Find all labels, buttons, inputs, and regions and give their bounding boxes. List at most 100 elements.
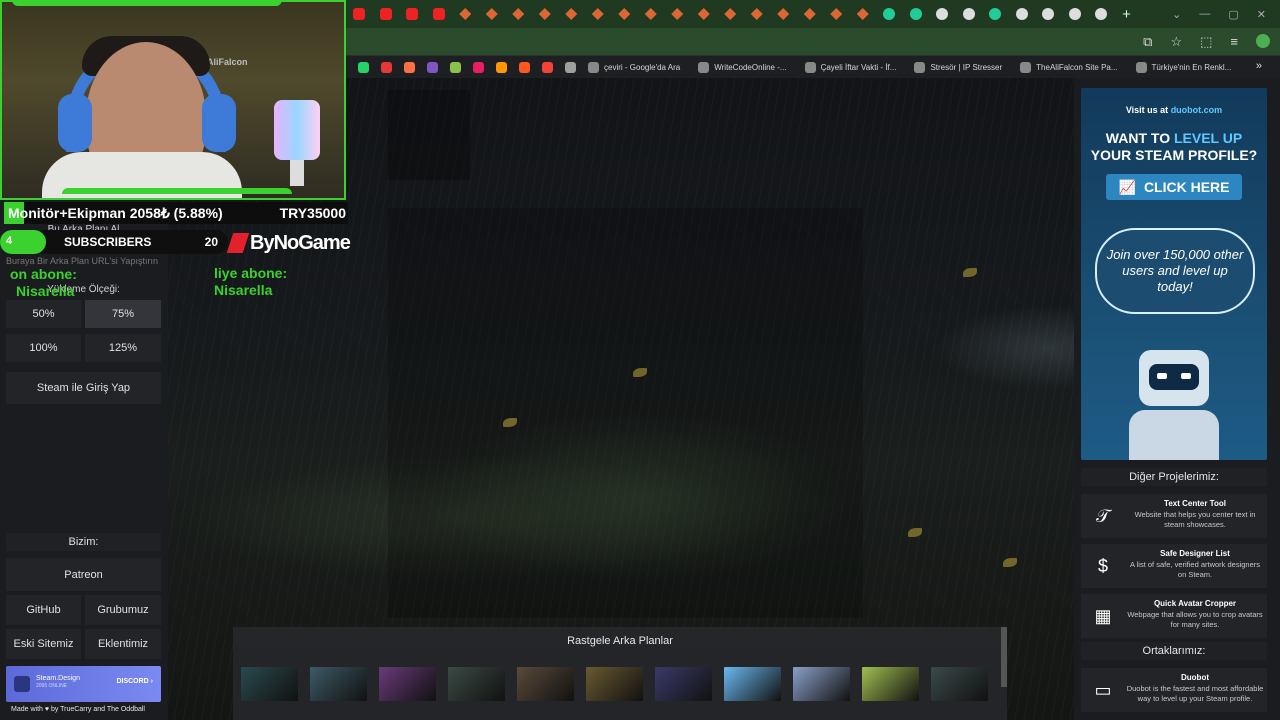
project-item[interactable]: $ Safe Designer List A list of safe, verif… bbox=[1081, 544, 1267, 588]
screen: + ⌄ — ▢ ✕ ⧉ ☆ ⬚ ≡ çeviri - Google'da Ara WriteC… bbox=[0, 0, 1280, 720]
tab-favicon-icon bbox=[353, 8, 366, 20]
browser-tab[interactable] bbox=[770, 0, 797, 28]
browser-tab[interactable] bbox=[903, 0, 930, 28]
bookmark-favicon-icon[interactable] bbox=[404, 61, 415, 73]
discord-banner[interactable]: Steam.Design 2095 ONLINE DISCORD › bbox=[6, 666, 161, 702]
browser-tab[interactable] bbox=[691, 0, 718, 28]
bookmark-item[interactable]: çeviri - Google'da Ara bbox=[588, 61, 680, 73]
bookmark-favicon-icon[interactable] bbox=[381, 61, 392, 73]
browser-tab[interactable] bbox=[426, 0, 453, 28]
microphone-icon bbox=[274, 100, 320, 160]
headphone-cup bbox=[58, 94, 92, 152]
bookmark-favicon-icon[interactable] bbox=[565, 61, 576, 73]
eklentimiz-button[interactable]: Eklentimiz bbox=[85, 629, 161, 659]
bookmark-favicon-icon[interactable] bbox=[473, 61, 484, 73]
project-item[interactable]: ▦ Quick Avatar Cropper Webpage that allows… bbox=[1081, 594, 1267, 638]
maximize-icon[interactable]: ▢ bbox=[1228, 8, 1238, 21]
close-icon[interactable]: ✕ bbox=[1257, 8, 1266, 21]
subs-label: SUBSCRIBERS bbox=[64, 235, 152, 249]
eski-sitemiz-button[interactable]: Eski Sitemiz bbox=[6, 629, 81, 659]
toolbar-icons: ⧉ ☆ ⬚ ≡ bbox=[1143, 34, 1270, 50]
browser-tab[interactable] bbox=[1009, 0, 1036, 28]
browser-tab[interactable] bbox=[1088, 0, 1115, 28]
bookmark-item[interactable]: Çayeli İftar Vakti - İf... bbox=[804, 61, 896, 73]
minimize-icon[interactable]: ⌄ bbox=[1172, 8, 1181, 21]
duobot-ad[interactable]: Visit us at duobot.com WANT TO LEVEL UP … bbox=[1081, 88, 1267, 460]
browser-tab[interactable] bbox=[850, 0, 877, 28]
restore-icon[interactable]: — bbox=[1199, 8, 1210, 20]
browser-tab[interactable] bbox=[611, 0, 638, 28]
alert-name: Nisarella bbox=[16, 283, 75, 299]
background-thumbnail[interactable] bbox=[724, 667, 781, 701]
new-tab-button[interactable]: + bbox=[1115, 6, 1139, 23]
browser-tab[interactable] bbox=[532, 0, 559, 28]
background-thumbnail[interactable] bbox=[241, 667, 298, 701]
bynogame-logo: ByNoGame bbox=[226, 229, 351, 257]
browser-tab[interactable] bbox=[956, 0, 983, 28]
browser-tab[interactable] bbox=[638, 0, 665, 28]
bookmark-favicon-icon[interactable] bbox=[496, 61, 507, 73]
tab-search-icon[interactable]: ⧉ bbox=[1143, 34, 1152, 50]
headphone-cup bbox=[202, 94, 236, 152]
browser-tab[interactable] bbox=[1035, 0, 1062, 28]
duobot-headline: WANT TO LEVEL UP YOUR STEAM PROFILE? bbox=[1090, 130, 1258, 163]
browser-tab[interactable] bbox=[373, 0, 400, 28]
browser-tab[interactable] bbox=[876, 0, 903, 28]
scale-75-button[interactable]: 75% bbox=[85, 300, 161, 328]
github-button[interactable]: GitHub bbox=[6, 595, 81, 625]
browser-tab[interactable] bbox=[664, 0, 691, 28]
partner-desc: Duobot is the fastest and most affordabl… bbox=[1126, 684, 1264, 703]
bookmark-favicon-icon[interactable] bbox=[450, 61, 461, 73]
scrollbar[interactable] bbox=[1001, 627, 1007, 687]
browser-tab[interactable] bbox=[479, 0, 506, 28]
background-thumbnail[interactable] bbox=[862, 667, 919, 701]
tab-favicon-icon bbox=[485, 8, 498, 20]
background-thumbnail[interactable] bbox=[793, 667, 850, 701]
scale-125-button[interactable]: 125% bbox=[85, 334, 161, 362]
background-thumbnail[interactable] bbox=[517, 667, 574, 701]
background-thumbnail[interactable] bbox=[448, 667, 505, 701]
bookmark-favicon-icon[interactable] bbox=[542, 61, 553, 73]
browser-tab[interactable] bbox=[346, 0, 373, 28]
scale-50-button[interactable]: 50% bbox=[6, 300, 81, 328]
browser-tab[interactable] bbox=[558, 0, 585, 28]
browser-tab[interactable] bbox=[929, 0, 956, 28]
bookmark-favicon-icon[interactable] bbox=[519, 61, 530, 73]
bookmark-favicon-icon[interactable] bbox=[358, 61, 369, 73]
robot-eye bbox=[1157, 373, 1167, 379]
grubumuz-button[interactable]: Grubumuz bbox=[85, 595, 161, 625]
background-thumbnail[interactable] bbox=[379, 667, 436, 701]
bookmark-item[interactable]: WriteCodeOnline -... bbox=[698, 61, 787, 73]
browser-tab[interactable] bbox=[823, 0, 850, 28]
browser-tab[interactable] bbox=[399, 0, 426, 28]
bookmark-item[interactable]: Stresör | IP Stresser bbox=[914, 61, 1002, 73]
browser-tab[interactable] bbox=[1062, 0, 1089, 28]
profile-avatar[interactable] bbox=[1256, 34, 1270, 48]
project-item[interactable]: 𝒯 Text Center Tool Website that helps you … bbox=[1081, 494, 1267, 538]
browser-tab[interactable] bbox=[982, 0, 1009, 28]
project-desc: Website that helps you center text in st… bbox=[1134, 510, 1256, 529]
bookmarks-overflow-icon[interactable]: » bbox=[1256, 60, 1262, 72]
bookmark-star-icon[interactable]: ☆ bbox=[1170, 34, 1182, 50]
bookmark-item[interactable]: Türkiye'nin En Renkl... bbox=[1135, 61, 1231, 73]
partner-duobot[interactable]: ▭ Duobot Duobot is the fastest and most … bbox=[1081, 668, 1267, 712]
menu-icon[interactable]: ≡ bbox=[1230, 34, 1238, 50]
bookmark-favicon-icon[interactable] bbox=[427, 61, 438, 73]
extensions-icon[interactable]: ⬚ bbox=[1200, 34, 1212, 50]
bookmark-item[interactable]: TheAliFalcon Site Pa... bbox=[1020, 61, 1118, 73]
browser-tab[interactable] bbox=[717, 0, 744, 28]
background-thumbnail[interactable] bbox=[586, 667, 643, 701]
steam-login-button[interactable]: Steam ile Giriş Yap bbox=[6, 372, 161, 404]
browser-tab[interactable] bbox=[797, 0, 824, 28]
thumbnail-row bbox=[241, 667, 988, 701]
background-thumbnail[interactable] bbox=[931, 667, 988, 701]
background-thumbnail[interactable] bbox=[310, 667, 367, 701]
browser-tab[interactable] bbox=[505, 0, 532, 28]
background-thumbnail[interactable] bbox=[655, 667, 712, 701]
scale-100-button[interactable]: 100% bbox=[6, 334, 81, 362]
patreon-button[interactable]: Patreon bbox=[6, 558, 161, 591]
browser-tab[interactable] bbox=[585, 0, 612, 28]
browser-tab[interactable] bbox=[452, 0, 479, 28]
click-here-button[interactable]: 📈 CLICK HERE bbox=[1106, 174, 1242, 200]
browser-tab[interactable] bbox=[744, 0, 771, 28]
